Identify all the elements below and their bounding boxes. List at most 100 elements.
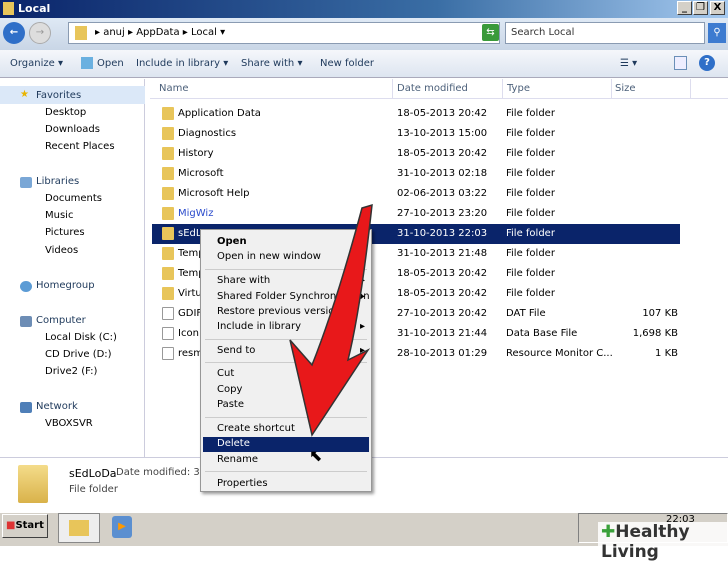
file-row[interactable]: Diagnostics 13-10-2013 15:00 File folder (152, 124, 680, 144)
column-divider[interactable] (502, 79, 503, 99)
menu-item-label: Open (217, 236, 247, 247)
file-date: 31-10-2013 02:18 (397, 168, 488, 179)
file-date: 31-10-2013 21:44 (397, 328, 488, 339)
watermark: ✚Healthy Living (598, 522, 728, 562)
file-row[interactable]: MigWiz 27-10-2013 23:20 File folder (152, 204, 680, 224)
file-type: File folder (506, 188, 555, 199)
menu-item-label: Share with (217, 275, 271, 286)
star-icon: ★ (20, 89, 29, 100)
breadcrumb-appdata[interactable]: AppData (136, 27, 179, 38)
window-title: Local (18, 2, 51, 15)
column-type[interactable]: Type (507, 83, 530, 94)
taskbar-explorer-button[interactable] (58, 513, 100, 543)
nav-libraries[interactable]: Libraries (36, 176, 79, 187)
close-button[interactable]: X (710, 1, 725, 15)
nav-network[interactable]: Network (36, 401, 78, 412)
search-input[interactable]: Search Local (505, 22, 705, 44)
file-type: File folder (506, 108, 555, 119)
menu-item-label: Delete (217, 438, 250, 449)
folder-icon (162, 287, 174, 300)
file-name: Microsoft (178, 168, 224, 179)
folder-icon (162, 107, 174, 120)
new-folder-button[interactable]: New folder (320, 58, 374, 69)
menu-item-properties[interactable]: Properties (203, 477, 369, 492)
computer-icon (20, 316, 32, 327)
nav-local-disk[interactable]: Local Disk (C:) (45, 332, 117, 343)
nav-cd-drive[interactable]: CD Drive (D:) (45, 349, 112, 360)
column-divider[interactable] (392, 79, 393, 99)
file-type: Resource Monitor C... (506, 348, 613, 359)
file-date: 18-05-2013 20:42 (397, 268, 488, 279)
nav-downloads[interactable]: Downloads (45, 124, 100, 135)
minimize-button[interactable]: _ (677, 1, 692, 15)
restore-button[interactable]: ❐ (693, 1, 708, 15)
folder-icon (18, 465, 48, 503)
nav-vboxsvr[interactable]: VBOXSVR (45, 418, 93, 429)
nav-homegroup[interactable]: Homegroup (36, 280, 95, 291)
share-with-button[interactable]: Share with ▾ (241, 58, 302, 69)
nav-pictures[interactable]: Pictures (45, 227, 85, 238)
include-in-library-button[interactable]: Include in library ▾ (136, 58, 228, 69)
column-date[interactable]: Date modified (397, 83, 468, 94)
back-button[interactable]: ← (3, 22, 25, 44)
folder-icon (162, 247, 174, 260)
folder-icon (162, 147, 174, 160)
search-icon[interactable]: ⚲ (708, 23, 726, 43)
menu-item-label: Properties (217, 478, 268, 489)
nav-drive2[interactable]: Drive2 (F:) (45, 366, 97, 377)
file-name: Virtu (178, 288, 202, 299)
menu-separator (205, 471, 367, 472)
start-button[interactable]: ■Start (2, 514, 48, 538)
breadcrumb-local[interactable]: Local (191, 27, 217, 38)
organize-button[interactable]: Organize ▾ (10, 58, 63, 69)
search-placeholder: Search Local (511, 27, 575, 38)
folder-icon (3, 2, 14, 15)
breadcrumb-anuj[interactable]: anuj (103, 27, 125, 38)
refresh-icon[interactable]: ⇆ (482, 24, 499, 41)
menu-item-rename[interactable]: Rename (203, 453, 369, 468)
nav-recent-places[interactable]: Recent Places (45, 141, 115, 152)
details-type: File folder (69, 484, 118, 495)
nav-videos[interactable]: Videos (45, 245, 78, 256)
file-name: Microsoft Help (178, 188, 250, 199)
column-size[interactable]: Size (615, 83, 636, 94)
file-date: 18-05-2013 20:42 (397, 288, 488, 299)
open-icon (81, 57, 93, 69)
nav-music[interactable]: Music (45, 210, 73, 221)
file-size: 1 KB (655, 348, 678, 359)
menu-item-label: Paste (217, 399, 244, 410)
nav-desktop[interactable]: Desktop (45, 107, 86, 118)
preview-pane-icon[interactable] (674, 56, 687, 70)
homegroup-icon (20, 281, 32, 292)
file-date: 18-05-2013 20:42 (397, 148, 488, 159)
column-divider[interactable] (690, 79, 691, 99)
nav-favorites[interactable]: Favorites (36, 90, 81, 101)
file-name: MigWiz (178, 208, 214, 219)
view-options-icon[interactable]: ☰ ▾ (620, 58, 637, 69)
address-input[interactable]: ▸ anuj ▸ AppData ▸ Local ▾ (68, 22, 500, 44)
forward-button[interactable]: → (29, 22, 51, 44)
nav-documents[interactable]: Documents (45, 193, 102, 204)
file-row[interactable]: Microsoft 31-10-2013 02:18 File folder (152, 164, 680, 184)
open-button[interactable]: Open (97, 58, 124, 69)
mouse-cursor: ⬉ (309, 446, 323, 465)
explorer-icon (69, 520, 89, 536)
libraries-icon (20, 177, 32, 188)
file-name: Application Data (178, 108, 261, 119)
file-row[interactable]: History 18-05-2013 20:42 File folder (152, 144, 680, 164)
folder-icon (162, 127, 174, 140)
help-icon[interactable]: ? (699, 55, 715, 71)
column-name[interactable]: Name (159, 83, 189, 94)
menu-item-label: Rename (217, 454, 259, 465)
folder-icon (75, 26, 87, 40)
file-icon (162, 347, 174, 360)
menu-item-label: Copy (217, 384, 243, 395)
column-divider[interactable] (611, 79, 612, 99)
file-row[interactable]: Application Data 18-05-2013 20:42 File f… (152, 104, 680, 124)
media-player-icon[interactable]: ▶ (112, 516, 132, 538)
file-row[interactable]: Microsoft Help 02-06-2013 03:22 File fol… (152, 184, 680, 204)
file-name: History (178, 148, 214, 159)
details-date: Date modified: 31- (116, 467, 210, 478)
file-type: File folder (506, 248, 555, 259)
nav-computer[interactable]: Computer (36, 315, 86, 326)
